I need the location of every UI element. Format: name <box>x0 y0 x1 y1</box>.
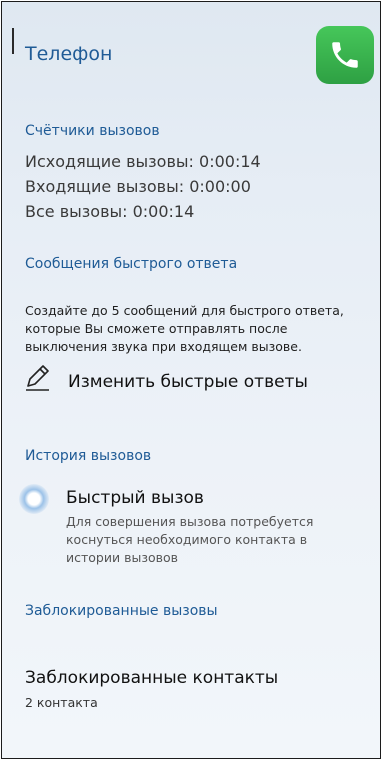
blocked-contacts-title: Заблокированные контакты <box>25 668 279 688</box>
quick-call-row[interactable]: Быстрый вызов Для совершения вызова потр… <box>2 482 380 572</box>
incoming-calls-counter: Входящие вызовы: 0:00:00 <box>25 177 251 196</box>
blocked-contacts-count: 2 контакта <box>25 695 98 710</box>
section-header-call-history: История вызовов <box>25 448 152 464</box>
back-indicator[interactable] <box>12 28 14 54</box>
all-calls-counter: Все вызовы: 0:00:14 <box>25 202 195 221</box>
quick-call-description: Для совершения вызова потребуется коснут… <box>66 514 314 565</box>
settings-screen: Телефон Счётчики вызовов Исходящие вызов… <box>1 1 381 759</box>
blocked-contacts-row[interactable]: Заблокированные контакты 2 контакта <box>2 662 380 712</box>
phone-handset-glyph <box>332 42 358 68</box>
section-header-call-counters: Счётчики вызовов <box>25 123 160 139</box>
quick-call-title: Быстрый вызов <box>66 488 204 508</box>
phone-icon <box>316 26 374 84</box>
section-header-blocked-calls: Заблокированные вызовы <box>25 603 218 619</box>
outgoing-calls-counter: Исходящие вызовы: 0:00:14 <box>25 152 261 171</box>
quick-replies-description: Создайте до 5 сообщений для быстрого отв… <box>25 303 344 354</box>
section-header-quick-replies: Сообщения быстрого ответа <box>25 256 238 272</box>
page-title: Телефон <box>25 43 113 65</box>
edit-quick-replies-row[interactable]: Изменить быстрые ответы <box>2 362 380 398</box>
quick-call-toggle-indicator[interactable] <box>19 484 49 514</box>
pencil-icon <box>26 365 49 391</box>
edit-quick-replies-label: Изменить быстрые ответы <box>68 372 308 392</box>
